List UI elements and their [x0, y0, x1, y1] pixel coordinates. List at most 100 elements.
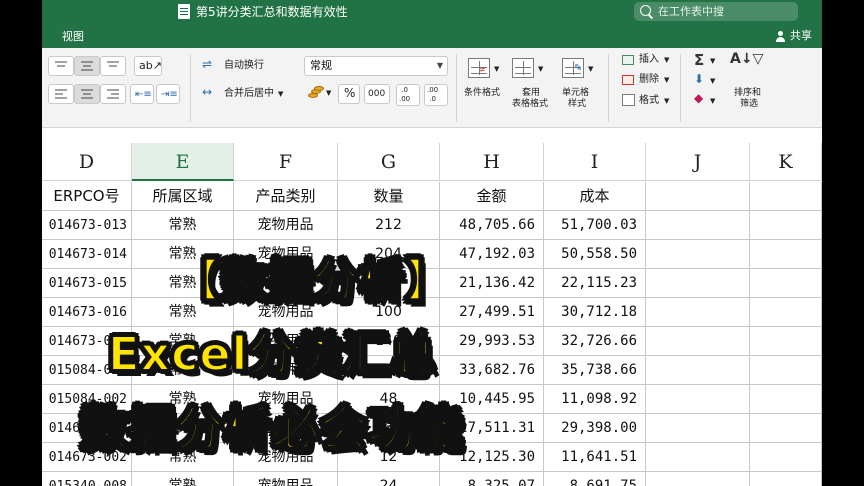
table-cell[interactable]: 宠物用品 [234, 269, 338, 298]
autosum-icon[interactable]: Σ [694, 52, 704, 68]
table-cell[interactable]: 100 [338, 298, 440, 327]
number-format-select[interactable]: 常规 ▼ [304, 56, 448, 76]
empty-cell[interactable] [646, 182, 750, 211]
align-middle-button[interactable] [74, 56, 100, 76]
share-button[interactable]: 共享 [775, 29, 812, 43]
increase-decimal-button[interactable]: .0 .00 [396, 84, 420, 106]
table-cell[interactable]: 21,136.42 [440, 269, 544, 298]
table-cell[interactable]: 138 [338, 356, 440, 385]
column-header-h[interactable]: H [440, 143, 544, 181]
chevron-down-icon[interactable]: ▼ [588, 64, 593, 75]
table-cell[interactable]: 常熟 [132, 298, 234, 327]
empty-cell[interactable] [646, 298, 750, 327]
table-cell[interactable]: 10,445.95 [440, 385, 544, 414]
align-bottom-button[interactable] [100, 56, 126, 76]
table-cell[interactable]: 11,641.51 [544, 443, 646, 472]
column-header-i[interactable]: I [544, 143, 646, 181]
table-header-cell[interactable]: 成本 [544, 182, 646, 211]
column-header-k[interactable]: K [750, 143, 822, 181]
empty-cell[interactable] [646, 356, 750, 385]
table-cell[interactable]: 27,499.51 [440, 298, 544, 327]
table-cell[interactable]: 22,115.23 [544, 269, 646, 298]
align-right-button[interactable] [100, 84, 126, 104]
table-cell[interactable]: 29,993.53 [440, 327, 544, 356]
column-header-e[interactable]: E [132, 143, 234, 181]
chevron-down-icon[interactable]: ▼ [494, 64, 499, 75]
table-cell[interactable]: 宠物用品 [234, 298, 338, 327]
empty-cell[interactable] [750, 443, 822, 472]
empty-cell[interactable] [646, 472, 750, 486]
increase-indent-button[interactable]: ⇥≡ [156, 84, 180, 104]
cell-style-label-1[interactable]: 单元格 [562, 88, 589, 99]
sheet-search-input[interactable] [658, 3, 794, 19]
decrease-decimal-button[interactable]: .00 .0 [424, 84, 448, 106]
table-cell[interactable]: 12 [338, 443, 440, 472]
table-cell[interactable]: 宠物用品 [234, 211, 338, 240]
table-cell[interactable]: 宠物用品 [234, 356, 338, 385]
table-cell[interactable]: 014673-001 [42, 414, 132, 443]
table-cell[interactable]: 常熟 [132, 443, 234, 472]
table-header-cell[interactable]: ERPCO号 [42, 182, 132, 211]
empty-cell[interactable] [750, 327, 822, 356]
tab-view[interactable]: 视图 [62, 30, 84, 44]
delete-button[interactable]: 删除 [639, 74, 659, 86]
table-format-icon[interactable] [512, 58, 534, 78]
orientation-button[interactable]: ab↗ [134, 56, 162, 76]
empty-cell[interactable] [750, 414, 822, 443]
table-cell[interactable]: 8,325.07 [440, 472, 544, 486]
sort-filter-label-1[interactable]: 排序和 [734, 88, 761, 99]
table-cell[interactable]: 常熟 [132, 211, 234, 240]
table-cell[interactable]: 11,098.92 [544, 385, 646, 414]
table-cell[interactable]: 宠物用品 [234, 414, 338, 443]
table-cell[interactable]: 常熟 [132, 327, 234, 356]
table-header-cell[interactable]: 数量 [338, 182, 440, 211]
table-cell[interactable]: 130 [338, 414, 440, 443]
table-cell[interactable]: 51,700.03 [544, 211, 646, 240]
chevron-down-icon[interactable]: ▼ [538, 64, 543, 75]
chevron-down-icon[interactable]: ▼ [664, 96, 669, 107]
table-cell[interactable]: 014673-014 [42, 240, 132, 269]
empty-cell[interactable] [750, 385, 822, 414]
table-cell[interactable]: 常熟 [132, 385, 234, 414]
table-cell[interactable]: 12,125.30 [440, 443, 544, 472]
table-cell[interactable]: 94 [338, 269, 440, 298]
table-cell[interactable]: 33,682.76 [440, 356, 544, 385]
table-cell[interactable]: 212 [338, 211, 440, 240]
table-cell[interactable]: 015340-008 [42, 472, 132, 486]
table-cell[interactable]: 27,511.31 [440, 414, 544, 443]
table-header-cell[interactable]: 金额 [440, 182, 544, 211]
empty-cell[interactable] [750, 472, 822, 486]
chevron-down-icon[interactable]: ▼ [664, 75, 669, 86]
sort-filter-label-2[interactable]: 筛选 [740, 99, 758, 110]
align-center-button[interactable] [74, 84, 100, 104]
table-cell[interactable]: 32,726.66 [544, 327, 646, 356]
table-header-cell[interactable]: 产品类别 [234, 182, 338, 211]
empty-cell[interactable] [646, 414, 750, 443]
table-cell[interactable]: 宠物用品 [234, 472, 338, 486]
table-cell[interactable]: 常熟 [132, 356, 234, 385]
empty-cell[interactable] [646, 211, 750, 240]
table-cell[interactable]: 014673-015 [42, 269, 132, 298]
align-left-button[interactable] [48, 84, 74, 104]
empty-cell[interactable] [750, 182, 822, 211]
column-header-d[interactable]: D [42, 143, 132, 181]
table-cell[interactable]: 48,705.66 [440, 211, 544, 240]
table-cell[interactable]: 204 [338, 240, 440, 269]
merge-center-button[interactable]: 合并后居中 [224, 88, 274, 100]
thousands-button[interactable]: 000 [364, 84, 390, 104]
empty-cell[interactable] [750, 356, 822, 385]
wrap-text-button[interactable]: 自动换行 [224, 60, 264, 72]
empty-cell[interactable] [646, 240, 750, 269]
sort-filter-icon[interactable]: A↓▽ [730, 52, 763, 66]
column-header-g[interactable]: G [338, 143, 440, 181]
table-header-cell[interactable]: 所属区域 [132, 182, 234, 211]
empty-cell[interactable] [646, 327, 750, 356]
chevron-down-icon[interactable]: ▼ [710, 96, 715, 107]
chevron-down-icon[interactable]: ▼ [664, 55, 669, 66]
accounting-format-icon[interactable] [306, 86, 324, 100]
clear-eraser-icon[interactable]: ◆ [694, 92, 703, 104]
chevron-down-icon[interactable]: ▼ [278, 89, 283, 100]
table-cell[interactable]: 48 [338, 385, 440, 414]
table-cell[interactable]: 宠物用品 [234, 240, 338, 269]
table-cell[interactable]: 50,558.50 [544, 240, 646, 269]
